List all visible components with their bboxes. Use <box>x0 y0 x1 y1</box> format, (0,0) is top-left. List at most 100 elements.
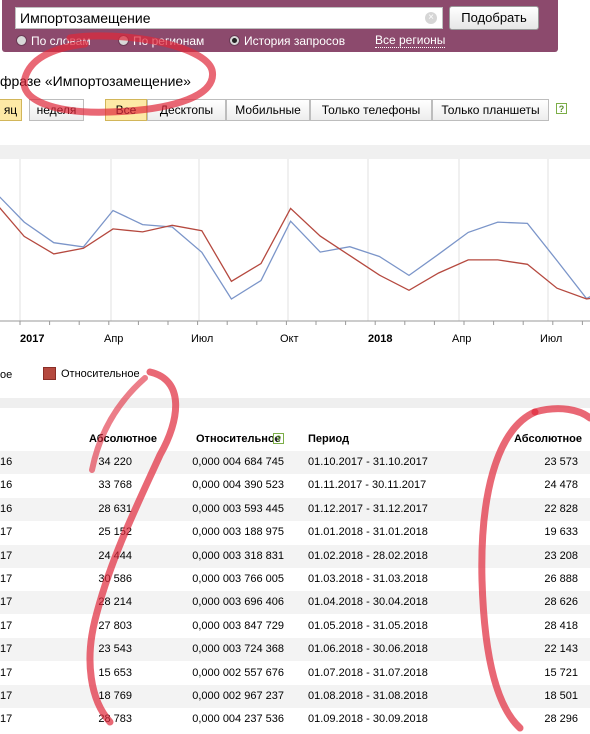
cell-period: 01.06.2018 - 30.06.2018 <box>308 643 428 656</box>
mode-radio-words[interactable]: По словам <box>16 34 91 48</box>
cell-absolute: 24 444 <box>98 549 132 562</box>
column-header-relative: Относительное <box>196 433 281 445</box>
cell-period-left: 17 <box>0 619 13 632</box>
page-heading: фразе «Импортозамещение» <box>0 73 191 89</box>
cell-relative: 0,000 004 390 523 <box>192 479 284 492</box>
cell-period-left: 17 <box>0 643 13 656</box>
legend-relative-label: Относительное <box>61 368 140 380</box>
cell-period: 01.07.2018 - 31.07.2018 <box>308 666 428 679</box>
x-tick-label: 2018 <box>368 333 393 345</box>
table-row: 17 18 769 0,000 002 967 237 01.08.2018 - 31… <box>0 685 590 708</box>
table-row: 17 23 543 0,000 003 724 368 01.06.2018 - 30… <box>0 638 590 662</box>
legend-relative-swatch[interactable] <box>43 367 56 380</box>
series-line-absolute <box>0 196 590 300</box>
cell-absolute-right: 26 888 <box>544 573 578 585</box>
clear-icon[interactable]: × <box>425 12 437 24</box>
x-tick-label: 2017 <box>20 333 45 345</box>
device-button-desktop[interactable]: Десктопы <box>147 99 226 121</box>
x-tick-label: Апр <box>104 333 124 345</box>
cell-relative: 0,000 003 724 368 <box>192 643 284 656</box>
cell-period-left: 17 <box>0 549 13 562</box>
cell-absolute-right: 23 208 <box>544 549 578 562</box>
period-button-week[interactable]: неделя <box>29 99 84 121</box>
help-icon[interactable]: ? <box>273 433 284 444</box>
cell-absolute-right: 28 626 <box>544 596 578 609</box>
cell-period: 01.11.2017 - 30.11.2017 <box>308 479 427 492</box>
table-row: 17 28 214 0,000 003 696 406 01.04.2018 - 30… <box>0 591 590 615</box>
device-button-mobile[interactable]: Мобильные <box>226 99 310 121</box>
table-row: 16 34 220 0,000 004 684 745 01.10.2017 - 31… <box>0 451 590 474</box>
x-tick-label: Окт <box>280 333 299 345</box>
cell-absolute: 15 653 <box>98 666 132 679</box>
cell-period-left: 16 <box>0 456 13 468</box>
cell-relative: 0,000 004 684 745 <box>192 456 284 468</box>
table-row: 17 28 783 0,000 004 237 536 01.09.2018 - 30… <box>0 708 590 731</box>
search-input-value: Импортозамещение <box>20 10 151 26</box>
cell-absolute: 28 214 <box>98 596 132 609</box>
cell-period-left: 17 <box>0 690 13 702</box>
column-header-absolute-right: Абсолютное <box>514 433 582 445</box>
period-button-month[interactable]: яц <box>0 99 22 121</box>
cell-absolute: 34 220 <box>98 456 132 468</box>
cell-period: 01.03.2018 - 31.03.2018 <box>308 573 428 585</box>
mode-label: По словам <box>31 34 91 48</box>
x-tick-label: Июл <box>191 333 214 345</box>
device-button-all[interactable]: Все <box>105 99 147 121</box>
x-tick-label: Июл <box>540 333 563 345</box>
cell-absolute-right: 18 501 <box>544 690 578 702</box>
cell-absolute-right: 22 828 <box>544 502 578 515</box>
cell-period: 01.04.2018 - 30.04.2018 <box>308 596 428 609</box>
cell-period-left: 17 <box>0 573 13 585</box>
search-input[interactable]: Импортозамещение × <box>15 7 443 29</box>
table-row: 16 28 631 0,000 003 593 445 01.12.2017 - 31… <box>0 497 590 521</box>
cell-absolute-right: 24 478 <box>544 479 578 492</box>
cell-relative: 0,000 004 237 536 <box>192 713 284 726</box>
mode-label: История запросов <box>244 34 346 48</box>
device-button-phones[interactable]: Только телефоны <box>310 99 432 121</box>
table-row: 17 25 152 0,000 003 188 975 01.01.2018 - 31… <box>0 521 590 544</box>
cell-absolute-right: 15 721 <box>544 666 578 679</box>
cell-absolute-right: 22 143 <box>544 643 578 656</box>
x-tick-label: Апр <box>452 333 472 345</box>
cell-relative: 0,000 003 593 445 <box>192 502 284 515</box>
cell-relative: 0,000 003 188 975 <box>192 526 284 539</box>
cell-relative: 0,000 002 967 237 <box>192 690 284 702</box>
cell-relative: 0,000 003 696 406 <box>192 596 284 609</box>
radio-icon <box>118 35 129 46</box>
cell-relative: 0,000 003 318 831 <box>192 549 284 562</box>
device-button-tablets[interactable]: Только планшеты <box>432 99 549 121</box>
radio-checked-icon <box>229 35 240 46</box>
cell-period: 01.12.2017 - 31.12.2017 <box>308 502 428 515</box>
cell-absolute: 30 586 <box>98 573 132 585</box>
submit-button[interactable]: Подобрать <box>449 6 539 30</box>
cell-relative: 0,000 002 557 676 <box>192 666 284 679</box>
radio-icon <box>16 35 27 46</box>
cell-relative: 0,000 003 766 005 <box>192 573 284 585</box>
help-icon[interactable]: ? <box>556 103 567 114</box>
cell-period: 01.10.2017 - 31.10.2017 <box>308 456 428 468</box>
cell-absolute: 33 768 <box>98 479 132 492</box>
cell-absolute-right: 28 296 <box>544 713 578 726</box>
search-panel: Импортозамещение × Подобрать По словам П… <box>2 0 558 52</box>
history-chart <box>0 159 590 325</box>
table-row: 17 15 653 0,000 002 557 676 01.07.2018 - 31… <box>0 662 590 685</box>
all-regions-link[interactable]: Все регионы <box>375 34 446 48</box>
cell-absolute-right: 23 573 <box>544 456 578 468</box>
table-header-strip <box>0 398 590 408</box>
cell-period-left: 17 <box>0 526 13 539</box>
cell-period: 01.01.2018 - 31.01.2018 <box>308 526 428 539</box>
top-bar: Импортозамещение × Подобрать По словам П… <box>0 0 590 55</box>
cell-period: 01.08.2018 - 31.08.2018 <box>308 690 428 702</box>
column-header-period: Период <box>308 433 350 445</box>
cell-period-left: 17 <box>0 713 13 726</box>
table-row: 17 24 444 0,000 003 318 831 01.02.2018 - 28… <box>0 544 590 568</box>
cell-period-left: 17 <box>0 666 13 679</box>
mode-radio-regions[interactable]: По регионам <box>118 34 204 48</box>
column-header-absolute: Абсолютное <box>89 433 157 445</box>
cell-period-left: 16 <box>0 479 13 492</box>
cell-period-left: 17 <box>0 596 13 609</box>
mode-radio-history[interactable]: История запросов <box>229 34 345 48</box>
cell-absolute-right: 28 418 <box>544 619 578 632</box>
mode-label: По регионам <box>133 34 205 48</box>
series-line-relative <box>0 207 590 300</box>
